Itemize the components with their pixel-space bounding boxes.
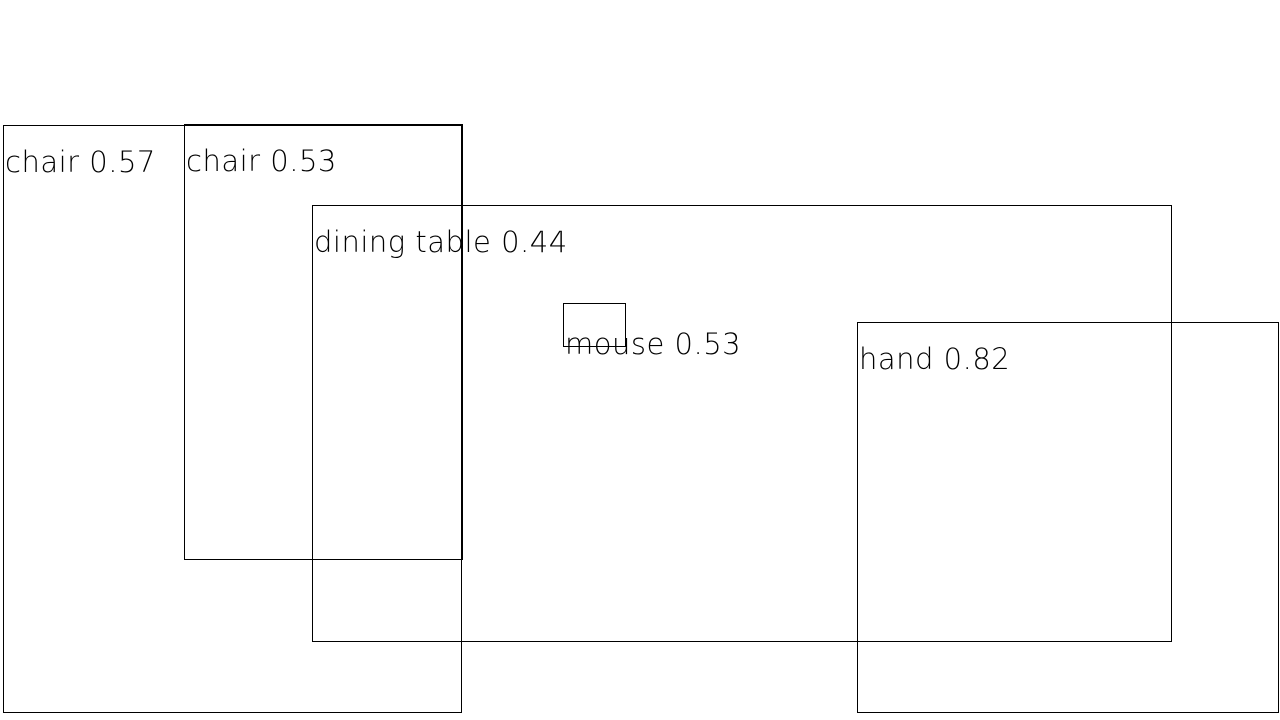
box-label-dining-table: dining table 0.44 — [314, 225, 568, 259]
box-label-chair: chair 0.57 — [5, 145, 156, 179]
box-label-hand: hand 0.82 — [859, 342, 1011, 376]
box-label-chair: chair 0.53 — [186, 144, 337, 178]
bounding-box-hand: hand 0.82 — [857, 322, 1279, 713]
box-label-mouse: mouse 0.53 — [565, 327, 742, 361]
bounding-box-mouse: mouse 0.53 — [563, 303, 741, 359]
